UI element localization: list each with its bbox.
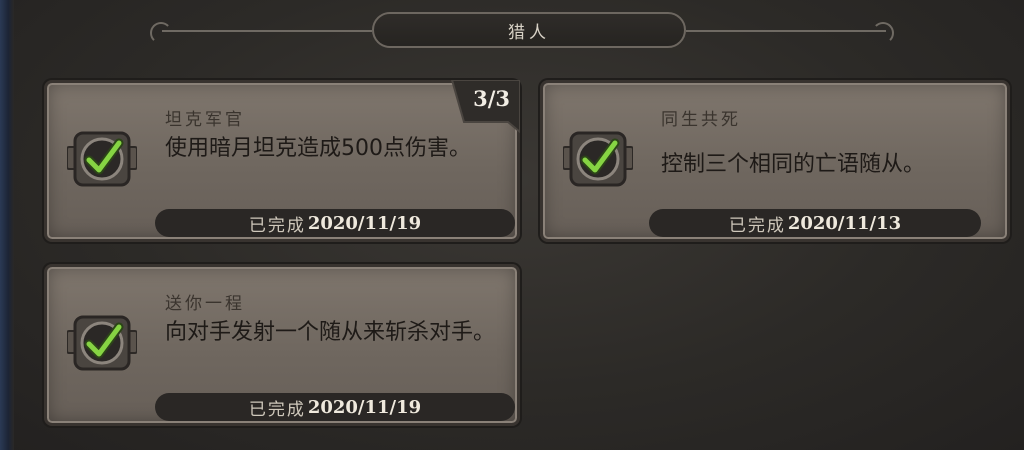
completed-label: 已完成: [728, 215, 786, 236]
header-divider-right: [686, 30, 886, 32]
class-title: 猎人: [508, 22, 550, 43]
checkmark-badge-icon: [66, 311, 138, 375]
achievement-title: 同生共死: [661, 110, 741, 130]
completed-date: 2020/11/13: [787, 212, 902, 234]
achievement-card[interactable]: 送你一程 向对手发射一个随从来斩杀对手。 已完成 2020/11/19: [44, 264, 520, 426]
completed-label: 已完成: [248, 215, 306, 236]
achievement-description: 向对手发射一个随从来斩杀对手。: [165, 320, 496, 345]
achievement-description: 控制三个相同的亡语随从。: [661, 152, 926, 177]
achievement-card[interactable]: 同生共死 控制三个相同的亡语随从。 已完成 2020/11/13: [540, 80, 1010, 242]
window-edge: [0, 0, 14, 450]
completion-bar: 已完成 2020/11/19: [155, 393, 515, 421]
completion-bar: 已完成 2020/11/13: [649, 209, 981, 237]
header-ornament-left: [150, 22, 172, 44]
completion-bar: 已完成 2020/11/19: [155, 209, 515, 237]
completed-label: 已完成: [248, 399, 306, 420]
header-ornament-right: [872, 22, 894, 44]
achievement-title: 坦克军官: [165, 110, 245, 130]
completed-date: 2020/11/19: [307, 212, 422, 234]
achievement-title: 送你一程: [165, 294, 245, 314]
checkmark-badge-icon: [562, 127, 634, 191]
checkmark-badge-icon: [66, 127, 138, 191]
header-divider-left: [162, 30, 372, 32]
achievement-card[interactable]: 坦克军官 使用暗月坦克造成500点伤害。 3/3 已完成 2020/11/19: [44, 80, 520, 242]
class-header-tab: 猎人: [372, 12, 686, 48]
completed-date: 2020/11/19: [307, 396, 422, 418]
progress-count: 3/3: [473, 86, 510, 111]
progress-badge: 3/3: [450, 80, 520, 140]
